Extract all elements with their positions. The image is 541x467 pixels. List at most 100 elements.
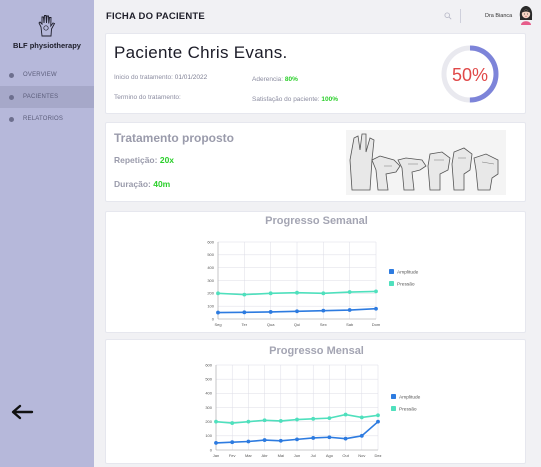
- y-tick-label: 100: [207, 304, 214, 309]
- data-point: [268, 310, 273, 314]
- legend-label: Pressão: [399, 407, 417, 413]
- sidebar-item-label: RELATORIOS: [23, 116, 64, 122]
- duration-label: Duração:: [114, 179, 151, 189]
- y-tick-label: 500: [207, 252, 214, 257]
- data-point: [376, 419, 380, 424]
- weekly-progress-chart: 0 100 200 300 400 500 600 Seg Ter Qua Qui Sex Sab Dom…: [207, 239, 418, 327]
- data-point: [295, 290, 299, 295]
- data-point: [295, 309, 299, 314]
- data-point: [343, 412, 348, 417]
- data-point: [321, 291, 326, 296]
- x-tick-label: Ago: [326, 453, 334, 458]
- x-tick-label: Qui: [294, 322, 300, 327]
- pacientes-icon: [9, 94, 14, 100]
- weekly-progress-card: Progresso Semanal 0 100 200 300 400 500 600 Seg…: [105, 211, 526, 333]
- data-point: [246, 439, 251, 444]
- brand-name: BLF physiotherapy: [13, 41, 81, 50]
- user-name[interactable]: Dra Bianca: [485, 13, 512, 19]
- sidebar-item-pacientes[interactable]: PACIENTES: [0, 86, 94, 108]
- data-point: [343, 436, 348, 441]
- data-point: [311, 416, 316, 421]
- y-tick-label: 200: [207, 291, 214, 296]
- x-tick-label: Jan: [213, 453, 219, 458]
- data-point: [327, 416, 332, 421]
- sidebar: BLF physiotherapy OVERVIEW PACIENTES REL…: [0, 0, 94, 467]
- treatment-end-label: Termino do tratamento:: [114, 94, 181, 101]
- x-tick-label: Sab: [346, 322, 354, 327]
- data-point: [347, 308, 352, 312]
- legend-label: Amplitude: [399, 395, 421, 401]
- back-arrow-icon[interactable]: [10, 404, 34, 420]
- legend-label: Pressão: [397, 282, 415, 288]
- progress-gauge: 50%: [441, 45, 499, 103]
- legend-swatch: [391, 406, 396, 411]
- patient-card: Paciente Chris Evans. Inicio do tratamen…: [105, 33, 526, 114]
- search-icon[interactable]: [444, 12, 452, 20]
- avatar[interactable]: [518, 5, 534, 25]
- patient-name: Paciente Chris Evans.: [114, 43, 288, 62]
- data-point: [216, 310, 220, 315]
- x-tick-label: Jun: [294, 453, 300, 458]
- data-point: [374, 306, 378, 311]
- data-point: [311, 436, 316, 440]
- x-tick-label: Nov: [358, 453, 365, 458]
- y-tick-label: 0: [212, 316, 215, 321]
- x-tick-label: Dez: [374, 453, 381, 458]
- adherence-label: Aderencia:: [252, 76, 284, 83]
- gauge-percent: 50%: [452, 65, 488, 85]
- data-point: [295, 417, 299, 422]
- x-tick-label: Jul: [311, 453, 316, 458]
- y-tick-label: 200: [205, 419, 212, 424]
- data-point: [359, 433, 364, 438]
- legend-swatch: [391, 394, 396, 399]
- data-point: [214, 441, 218, 445]
- data-point: [230, 421, 235, 425]
- data-point: [374, 289, 378, 294]
- treatment-title: Tratamento proposto: [114, 131, 235, 145]
- exercise-hands-image: [346, 130, 506, 195]
- x-tick-label: Sex: [320, 322, 327, 327]
- x-tick-label: Out: [342, 453, 349, 458]
- logo: BLF physiotherapy: [0, 14, 94, 50]
- x-tick-label: Dom: [372, 322, 381, 327]
- repetition: Repetição: 20x: [114, 155, 174, 165]
- page-title: FICHA DO PACIENTE: [106, 11, 205, 22]
- monthly-progress-chart: 0 100 200 300 400 500 600 Jan Fev Mar Abr Mai Jun Jul…: [205, 362, 421, 458]
- x-tick-label: Fev: [229, 453, 236, 458]
- data-point: [376, 413, 380, 418]
- duration-value: 40m: [153, 179, 171, 189]
- treatment-start-label: Inicio do tratamento:: [114, 74, 173, 81]
- satisfaction: Satisfação do paciente: 100%: [252, 96, 338, 103]
- sidebar-item-relatorios[interactable]: RELATORIOS: [0, 108, 94, 130]
- data-point: [278, 419, 283, 423]
- data-point: [216, 291, 220, 296]
- topbar-divider: [460, 9, 461, 23]
- top-bar: FICHA DO PACIENTE Dra Bianca: [94, 0, 541, 32]
- hand-logo-icon: [38, 15, 56, 37]
- x-tick-label: Qua: [267, 322, 275, 327]
- data-point: [214, 419, 218, 424]
- y-tick-label: 300: [205, 405, 212, 410]
- data-point: [268, 291, 273, 296]
- data-point: [246, 419, 251, 424]
- sidebar-item-overview[interactable]: OVERVIEW: [0, 64, 94, 86]
- data-point: [347, 290, 352, 294]
- repetition-value: 20x: [159, 155, 175, 165]
- monthly-progress-card: Progresso Mensal 0 100 200 300 400 500 600 Jan F…: [105, 339, 526, 464]
- x-tick-label: Mai: [278, 453, 285, 458]
- repetition-label: Repetição:: [114, 155, 158, 165]
- x-tick-label: Ter: [242, 322, 248, 327]
- duration: Duração: 40m: [114, 179, 170, 189]
- sidebar-item-label: OVERVIEW: [23, 72, 57, 78]
- adherence: Aderencia: 80%: [252, 76, 298, 83]
- legend-swatch: [389, 281, 394, 286]
- data-point: [327, 435, 332, 440]
- treatment-end: Termino do tratamento:: [114, 94, 181, 101]
- x-tick-label: Mar: [245, 453, 253, 458]
- sidebar-item-label: PACIENTES: [23, 94, 59, 100]
- data-point: [262, 438, 267, 442]
- y-tick-label: 300: [207, 278, 214, 283]
- satisfaction-value: 100%: [321, 96, 339, 103]
- x-tick-label: Abr: [261, 453, 268, 458]
- y-tick-label: 400: [207, 265, 214, 270]
